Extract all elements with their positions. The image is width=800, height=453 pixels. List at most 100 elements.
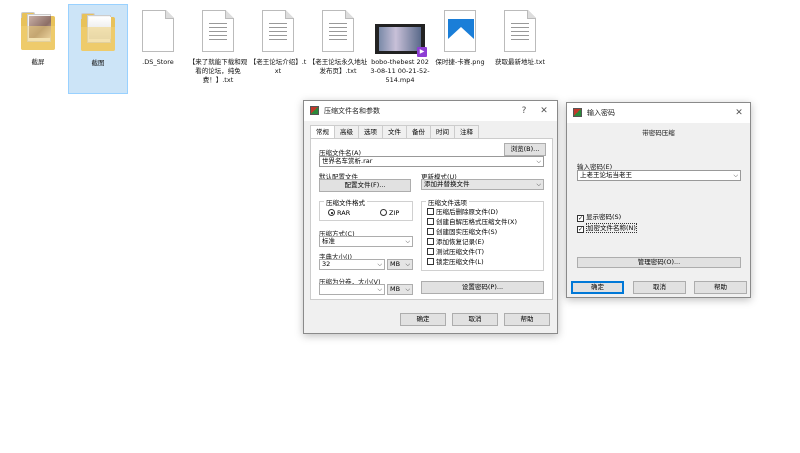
option-label: 锁定压缩文件(L) bbox=[436, 258, 484, 266]
show-password-checkbox[interactable]: ✓ 显示密码(S) bbox=[577, 213, 621, 222]
options-group: 压缩文件选项 压缩后删除原文件(D) 创建自解压格式压缩文件(X) 创建固实压缩… bbox=[421, 197, 544, 271]
file-label: 获取最新地址.txt bbox=[494, 58, 545, 66]
desktop-file-txt-2[interactable]: 【老王论坛介绍】.txt bbox=[248, 4, 308, 94]
format-rar-radio[interactable]: RAR bbox=[328, 209, 350, 217]
folder-icon bbox=[81, 13, 115, 51]
set-password-button[interactable]: 设置密码(P)... bbox=[421, 281, 544, 294]
file-label: 截图 bbox=[91, 59, 105, 67]
file-label: bobo-thebest 2023-08-11 00-21-52-514.mp4 bbox=[370, 58, 430, 84]
chevron-down-icon[interactable]: ⌵ bbox=[536, 157, 541, 166]
browse-button[interactable]: 浏览(B)... bbox=[504, 143, 546, 156]
archive-dialog-title: 压缩文件名和参数 bbox=[324, 107, 380, 115]
tab-options[interactable]: 选项 bbox=[358, 125, 383, 138]
tab-backup[interactable]: 备份 bbox=[406, 125, 431, 138]
tab-advanced[interactable]: 高级 bbox=[334, 125, 359, 138]
archive-dialog-titlebar[interactable]: 压缩文件名和参数 ? ✕ bbox=[304, 101, 557, 121]
encrypt-names-checkbox[interactable]: ✓ 加密文件名称(N) bbox=[577, 223, 637, 233]
checkbox-icon bbox=[427, 258, 434, 265]
option-test[interactable]: 测试压缩文件(T) bbox=[427, 248, 484, 256]
play-icon: ▶ bbox=[417, 47, 427, 57]
password-cancel-button[interactable]: 取消 bbox=[633, 281, 686, 294]
format-group-title: 压缩文件格式 bbox=[324, 197, 367, 207]
option-label: 创建固实压缩文件(S) bbox=[436, 228, 498, 236]
show-password-label: 显示密码(S) bbox=[586, 213, 622, 221]
archive-dialog: 压缩文件名和参数 ? ✕ 常规 高级 选项 文件 备份 时间 注释 压缩文件名(… bbox=[303, 100, 558, 334]
archive-tabs: 常规 高级 选项 文件 备份 时间 注释 bbox=[310, 125, 479, 139]
file-label: 【老王论坛永久地址发布页】.txt bbox=[308, 58, 368, 75]
checkbox-icon bbox=[427, 218, 434, 225]
text-file-icon bbox=[322, 10, 354, 52]
file-label: 保时捷-卡赛.png bbox=[435, 58, 485, 66]
general-tab-panel: 压缩文件名(A) 浏览(B)... 世界名车赏析.rar ⌵ 默认配置文件 配置… bbox=[310, 138, 553, 300]
option-solid[interactable]: 创建固实压缩文件(S) bbox=[427, 228, 497, 236]
tab-files[interactable]: 文件 bbox=[382, 125, 407, 138]
dict-select[interactable]: 32 ⌵ bbox=[319, 259, 385, 270]
password-dialog-titlebar[interactable]: 输入密码 ✕ bbox=[567, 103, 750, 123]
password-ok-button[interactable]: 确定 bbox=[571, 281, 624, 294]
manage-passwords-button[interactable]: 管理密码(O)... bbox=[577, 257, 741, 268]
radio-icon bbox=[380, 209, 387, 216]
text-file-icon bbox=[262, 10, 294, 52]
split-size-select[interactable]: ⌵ bbox=[319, 284, 385, 295]
method-select[interactable]: 标准 ⌵ bbox=[319, 236, 413, 247]
help-icon[interactable]: ? bbox=[517, 104, 531, 118]
profile-button[interactable]: 配置文件(F)... bbox=[319, 179, 411, 192]
text-file-icon bbox=[504, 10, 536, 52]
tab-comment[interactable]: 注释 bbox=[454, 125, 479, 138]
dict-unit-value: MB bbox=[390, 260, 401, 268]
chevron-down-icon[interactable]: ⌵ bbox=[733, 171, 738, 180]
image-file-icon bbox=[444, 10, 476, 52]
encrypt-names-label: 加密文件名称(N) bbox=[586, 223, 637, 233]
method-value: 标准 bbox=[322, 237, 335, 245]
checkbox-checked-icon: ✓ bbox=[577, 226, 584, 233]
update-mode-select[interactable]: 添加并替换文件 ⌵ bbox=[421, 179, 544, 190]
option-label: 测试压缩文件(T) bbox=[436, 248, 485, 256]
chevron-down-icon: ⌵ bbox=[377, 261, 382, 268]
radio-selected-icon bbox=[328, 209, 335, 216]
option-recovery[interactable]: 添加恢复记录(E) bbox=[427, 238, 484, 246]
file-label: 【老王论坛介绍】.txt bbox=[249, 58, 307, 75]
archive-name-input[interactable]: 世界名车赏析.rar ⌵ bbox=[319, 156, 544, 167]
split-unit-select[interactable]: MB ⌵ bbox=[387, 284, 413, 295]
file-label: 【来了就能下载和观看的论坛，纯免费！】.txt bbox=[188, 58, 248, 84]
chevron-down-icon: ⌵ bbox=[405, 261, 410, 268]
close-icon[interactable]: ✕ bbox=[537, 104, 551, 118]
chevron-down-icon: ⌵ bbox=[405, 238, 410, 245]
folder-icon bbox=[21, 12, 55, 50]
checkbox-icon bbox=[427, 208, 434, 215]
format-zip-radio[interactable]: ZIP bbox=[380, 209, 399, 217]
password-value: 上老王论坛当老王 bbox=[580, 171, 632, 179]
close-icon[interactable]: ✕ bbox=[732, 106, 746, 120]
dict-unit-select[interactable]: MB ⌵ bbox=[387, 259, 413, 270]
option-delete-after[interactable]: 压缩后删除原文件(D) bbox=[427, 208, 498, 216]
desktop-file-ds-store[interactable]: .DS_Store bbox=[128, 4, 188, 94]
file-label: .DS_Store bbox=[142, 58, 174, 66]
password-input[interactable]: 上老王论坛当老王 ⌵ bbox=[577, 170, 741, 181]
password-help-button[interactable]: 帮助 bbox=[694, 281, 747, 294]
option-lock[interactable]: 锁定压缩文件(L) bbox=[427, 258, 484, 266]
desktop-file-txt-1[interactable]: 【来了就能下载和观看的论坛，纯免费！】.txt bbox=[188, 4, 248, 94]
dict-value: 32 bbox=[322, 260, 331, 268]
desktop-file-png[interactable]: 保时捷-卡赛.png bbox=[430, 4, 490, 94]
tab-time[interactable]: 时间 bbox=[430, 125, 455, 138]
option-sfx[interactable]: 创建自解压格式压缩文件(X) bbox=[427, 218, 517, 226]
desktop-file-screenshots-folder[interactable]: 截屏 bbox=[8, 4, 68, 94]
checkbox-icon bbox=[427, 228, 434, 235]
checkbox-icon bbox=[427, 248, 434, 255]
archive-help-button[interactable]: 帮助 bbox=[504, 313, 550, 326]
desktop-file-video[interactable]: ▶ bobo-thebest 2023-08-11 00-21-52-514.m… bbox=[370, 4, 430, 94]
chevron-down-icon: ⌵ bbox=[536, 181, 541, 188]
desktop-file-txt-3[interactable]: 【老王论坛永久地址发布页】.txt bbox=[308, 4, 368, 94]
desktop-file-txt-4[interactable]: 获取最新地址.txt bbox=[490, 4, 550, 94]
tab-general[interactable]: 常规 bbox=[310, 125, 335, 139]
options-group-title: 压缩文件选项 bbox=[426, 197, 469, 207]
checkbox-checked-icon: ✓ bbox=[577, 215, 584, 222]
text-file-icon bbox=[202, 10, 234, 52]
video-thumbnail-icon: ▶ bbox=[375, 24, 427, 57]
desktop-file-screencaps-folder[interactable]: 截图 bbox=[68, 4, 128, 94]
archive-cancel-button[interactable]: 取消 bbox=[452, 313, 498, 326]
archive-ok-button[interactable]: 确定 bbox=[400, 313, 446, 326]
format-rar-label: RAR bbox=[337, 209, 351, 217]
chevron-down-icon: ⌵ bbox=[377, 286, 382, 293]
chevron-down-icon: ⌵ bbox=[405, 286, 410, 293]
